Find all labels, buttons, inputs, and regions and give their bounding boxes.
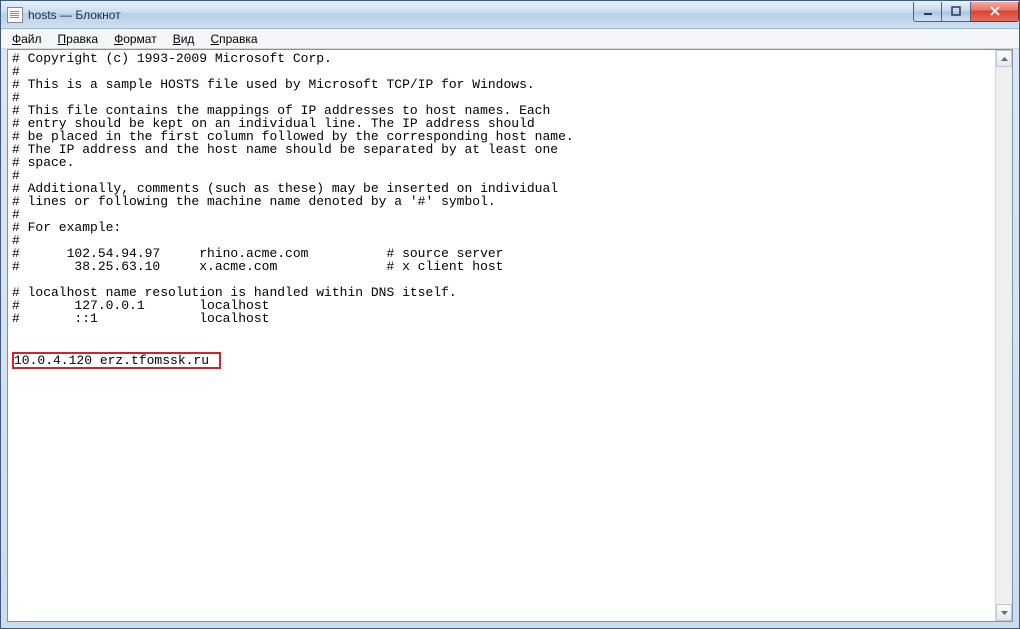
text-line: # 38.25.63.10 x.acme.com # x client host: [12, 260, 991, 273]
menu-edit[interactable]: Правка: [51, 31, 106, 47]
menu-view[interactable]: Вид: [166, 31, 202, 47]
text-line: # For example:: [12, 221, 991, 234]
menu-bar: Файл Правка Формат Вид Справка: [1, 29, 1019, 49]
title-bar[interactable]: hosts — Блокнот: [1, 1, 1019, 29]
text-line: # Copyright (c) 1993-2009 Microsoft Corp…: [12, 52, 991, 65]
notepad-icon: [7, 7, 23, 23]
text-line: # The IP address and the host name shoul…: [12, 143, 991, 156]
menu-file[interactable]: Файл: [5, 31, 49, 47]
scroll-down-button[interactable]: [996, 604, 1012, 621]
text-line: [12, 325, 991, 338]
text-editor[interactable]: # Copyright (c) 1993-2009 Microsoft Corp…: [8, 50, 995, 621]
text-line: # ::1 localhost: [12, 312, 991, 325]
text-line: # This is a sample HOSTS file used by Mi…: [12, 78, 991, 91]
maximize-button[interactable]: [942, 2, 971, 22]
scroll-track[interactable]: [996, 67, 1012, 604]
highlighted-entry: 10.0.4.120 erz.tfomssk.ru: [12, 352, 221, 369]
window-controls: [913, 2, 1019, 22]
text-line: [12, 338, 991, 351]
client-area: # Copyright (c) 1993-2009 Microsoft Corp…: [7, 49, 1013, 622]
close-button[interactable]: [971, 2, 1019, 22]
text-line: # space.: [12, 156, 991, 169]
scroll-up-button[interactable]: [996, 50, 1012, 67]
window-title: hosts — Блокнот: [28, 8, 913, 22]
minimize-button[interactable]: [913, 2, 942, 22]
vertical-scrollbar[interactable]: [995, 50, 1012, 621]
menu-format[interactable]: Формат: [107, 31, 164, 47]
app-window: hosts — Блокнот Файл Правка Формат Вид С…: [0, 0, 1020, 629]
text-line: #: [12, 208, 991, 221]
text-line: # lines or following the machine name de…: [12, 195, 991, 208]
menu-help[interactable]: Справка: [203, 31, 264, 47]
